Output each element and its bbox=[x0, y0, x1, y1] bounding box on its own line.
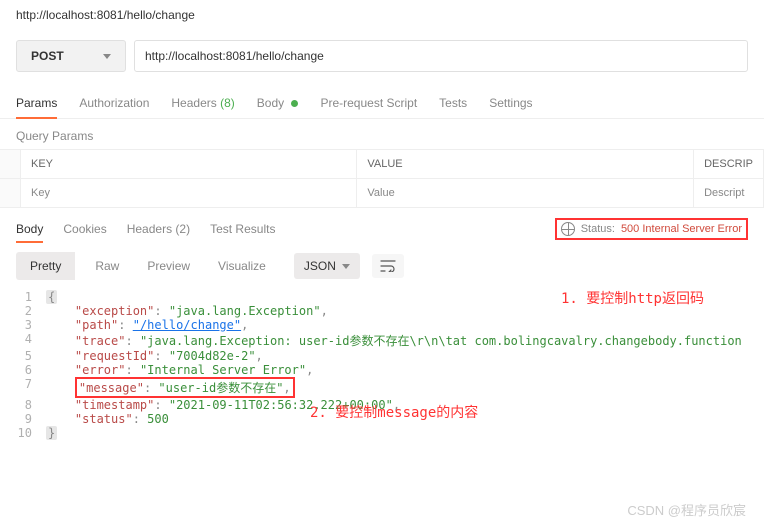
key-cell[interactable]: Key bbox=[21, 179, 357, 208]
drag-handle[interactable] bbox=[0, 179, 21, 208]
request-tabs: Params Authorization Headers (8) Body Pr… bbox=[0, 88, 764, 119]
watermark: CSDN @程序员欣宸 bbox=[627, 500, 746, 519]
tab-body[interactable]: Body bbox=[257, 88, 299, 118]
tab-headers-label: Headers bbox=[171, 96, 216, 110]
pretty-button[interactable]: Pretty bbox=[16, 252, 75, 280]
method-label: POST bbox=[31, 49, 64, 63]
value-cell[interactable]: Value bbox=[357, 179, 694, 208]
url-input[interactable] bbox=[134, 40, 748, 72]
resp-tab-cookies[interactable]: Cookies bbox=[63, 218, 106, 240]
wrap-line-button[interactable] bbox=[372, 254, 404, 278]
resp-headers-label: Headers bbox=[127, 222, 172, 236]
th-key: KEY bbox=[21, 150, 357, 179]
tab-headers[interactable]: Headers (8) bbox=[171, 88, 234, 118]
response-tabs: Body Cookies Headers (2) Test Results bbox=[16, 218, 275, 240]
status-label: Status: bbox=[581, 223, 615, 235]
tab-body-label: Body bbox=[257, 96, 284, 110]
format-select[interactable]: JSON bbox=[294, 253, 360, 279]
desc-cell[interactable]: Descript bbox=[694, 179, 764, 208]
annotation-1: 1. 要控制http返回码 bbox=[561, 290, 704, 308]
status-value: 500 Internal Server Error bbox=[621, 223, 742, 235]
request-url-display: http://localhost:8081/hello/change bbox=[0, 0, 764, 30]
tab-settings[interactable]: Settings bbox=[489, 88, 532, 118]
th-value: VALUE bbox=[357, 150, 694, 179]
visualize-button[interactable]: Visualize bbox=[210, 252, 274, 280]
tab-prerequest[interactable]: Pre-request Script bbox=[320, 88, 417, 118]
format-label: JSON bbox=[304, 259, 336, 273]
params-table: KEY VALUE DESCRIP Key Value Descript bbox=[0, 149, 764, 208]
viewer-row: Pretty Raw Preview Visualize JSON bbox=[0, 242, 764, 290]
resp-headers-count: (2) bbox=[175, 222, 190, 236]
annotation-2: 2. 要控制message的内容 bbox=[310, 402, 478, 422]
resp-tab-body[interactable]: Body bbox=[16, 218, 43, 240]
status-box: Status: 500 Internal Server Error bbox=[555, 218, 748, 240]
th-description: DESCRIP bbox=[694, 150, 764, 179]
preview-button[interactable]: Preview bbox=[139, 252, 198, 280]
chevron-down-icon bbox=[103, 54, 111, 59]
body-indicator-dot bbox=[291, 100, 298, 107]
resp-tab-testresults[interactable]: Test Results bbox=[210, 218, 275, 240]
tab-headers-count: (8) bbox=[220, 96, 235, 110]
drag-handle-header bbox=[0, 150, 21, 179]
table-row[interactable]: Key Value Descript bbox=[0, 179, 764, 208]
tab-tests[interactable]: Tests bbox=[439, 88, 467, 118]
response-meta-row: Body Cookies Headers (2) Test Results St… bbox=[0, 208, 764, 242]
response-body[interactable]: 1. 要控制http返回码 1{ 2 "exception": "java.la… bbox=[0, 290, 764, 456]
tab-authorization[interactable]: Authorization bbox=[79, 88, 149, 118]
chevron-down-icon bbox=[342, 264, 350, 269]
resp-tab-headers[interactable]: Headers (2) bbox=[127, 218, 190, 240]
method-select[interactable]: POST bbox=[16, 40, 126, 72]
tab-params[interactable]: Params bbox=[16, 88, 57, 118]
query-params-label: Query Params bbox=[0, 119, 764, 149]
raw-button[interactable]: Raw bbox=[87, 252, 127, 280]
globe-icon bbox=[561, 222, 575, 236]
request-row: POST bbox=[0, 30, 764, 88]
